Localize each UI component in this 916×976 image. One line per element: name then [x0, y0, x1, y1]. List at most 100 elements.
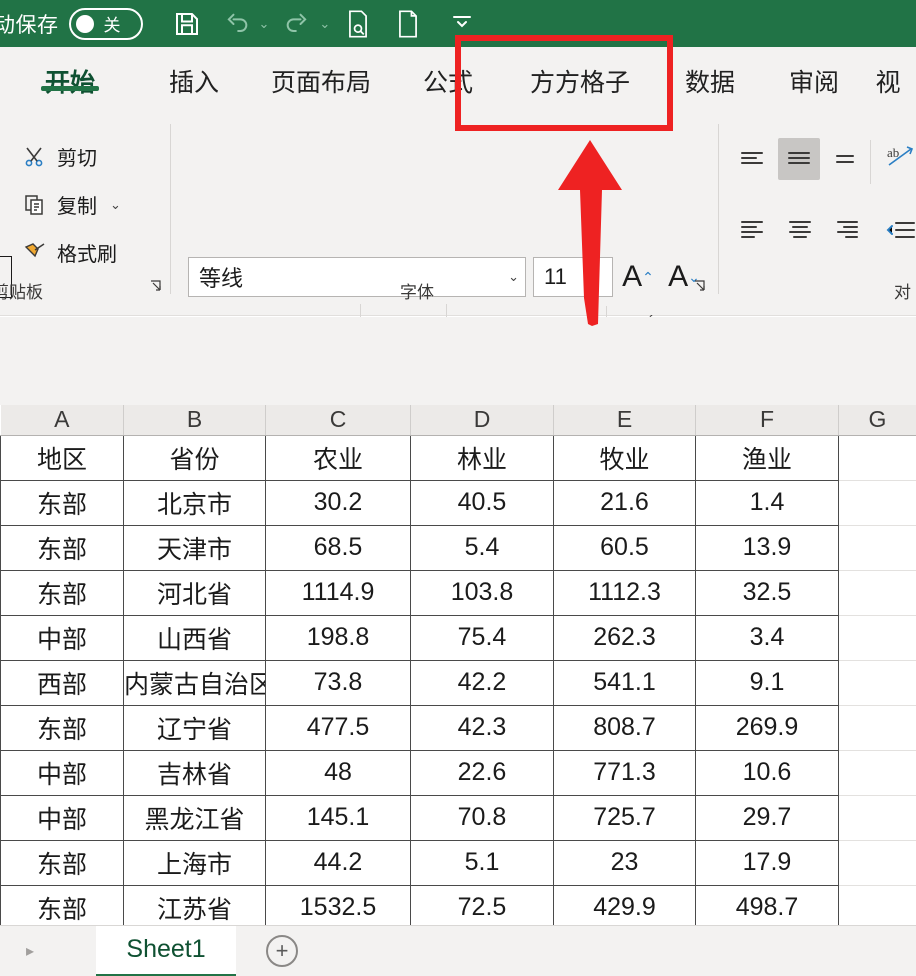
cell-a9[interactable]: 中部 [0, 794, 124, 841]
print-preview-icon[interactable] [336, 4, 380, 44]
cell-b7[interactable]: 辽宁省 [123, 704, 266, 751]
undo-dropdown-icon[interactable]: ⌄ [259, 16, 270, 32]
cell-d9[interactable]: 70.8 [410, 794, 554, 841]
cell-d7[interactable]: 42.3 [410, 704, 554, 751]
cell-d11[interactable]: 72.5 [410, 884, 554, 925]
cell-a6[interactable]: 西部 [0, 659, 124, 706]
column-header-e[interactable]: E [553, 405, 696, 436]
column-header-f[interactable]: F [695, 405, 839, 436]
copy-button[interactable]: 复制 ⌄ [22, 190, 121, 219]
cell-a11[interactable]: 东部 [0, 884, 124, 925]
autosave-toggle[interactable]: 关 [68, 7, 143, 40]
cell-a7[interactable]: 东部 [0, 704, 124, 751]
cell-a10[interactable]: 东部 [0, 839, 124, 886]
column-header-a[interactable]: A [0, 405, 124, 436]
redo-dropdown-icon[interactable]: ⌄ [319, 16, 330, 32]
tab-formulas[interactable]: 公式 [394, 47, 502, 99]
cell-e2[interactable]: 21.6 [553, 479, 696, 526]
cell-c2[interactable]: 30.2 [265, 479, 411, 526]
add-sheet-button[interactable]: + [266, 935, 299, 967]
sheet-nav-next-icon[interactable]: ▸ [26, 941, 34, 961]
new-file-icon[interactable] [386, 4, 430, 44]
cell-b5[interactable]: 山西省 [123, 614, 266, 661]
cell-c8[interactable]: 48 [265, 749, 411, 796]
cell-d1[interactable]: 林业 [410, 434, 554, 481]
cell-f8[interactable]: 10.6 [695, 749, 839, 796]
cell-a5[interactable]: 中部 [0, 614, 124, 661]
tab-insert[interactable]: 插入 [140, 47, 248, 99]
cell-f9[interactable]: 29.7 [695, 794, 839, 841]
cell-g1[interactable] [838, 435, 916, 481]
tab-review[interactable]: 审阅 [762, 47, 866, 99]
cell-a1[interactable]: 地区 [0, 434, 124, 481]
cell-c10[interactable]: 44.2 [265, 839, 411, 886]
cell-c3[interactable]: 68.5 [265, 524, 411, 571]
cell-g5[interactable] [838, 615, 916, 661]
font-name-input[interactable]: 等线 ⌄ [188, 257, 526, 297]
cell-e3[interactable]: 60.5 [553, 524, 696, 571]
align-center-icon[interactable] [782, 212, 818, 246]
cell-a8[interactable]: 中部 [0, 749, 124, 796]
tab-data[interactable]: 数据 [658, 47, 762, 99]
cell-f7[interactable]: 269.9 [695, 704, 839, 751]
font-name-dropdown-icon[interactable]: ⌄ [508, 269, 519, 285]
cell-d4[interactable]: 103.8 [410, 569, 554, 616]
cell-b4[interactable]: 河北省 [123, 569, 266, 616]
cell-c7[interactable]: 477.5 [265, 704, 411, 751]
cell-d6[interactable]: 42.2 [410, 659, 554, 706]
cell-g10[interactable] [838, 840, 916, 886]
cell-b11[interactable]: 江苏省 [123, 884, 266, 925]
cell-b8[interactable]: 吉林省 [123, 749, 266, 796]
cell-d10[interactable]: 5.1 [410, 839, 554, 886]
cell-e7[interactable]: 808.7 [553, 704, 696, 751]
format-painter-button[interactable]: 格式刷 [22, 238, 117, 267]
cell-a3[interactable]: 东部 [0, 524, 124, 571]
customize-qat-icon[interactable] [450, 11, 474, 36]
cell-b10[interactable]: 上海市 [123, 839, 266, 886]
cell-e1[interactable]: 牧业 [553, 434, 696, 481]
cell-d2[interactable]: 40.5 [410, 479, 554, 526]
cell-e5[interactable]: 262.3 [553, 614, 696, 661]
font-dialog-launcher-icon[interactable] [692, 278, 708, 294]
cell-g8[interactable] [838, 750, 916, 796]
cut-button[interactable]: 剪切 [22, 142, 97, 171]
cell-c4[interactable]: 1114.9 [265, 569, 411, 616]
cell-g6[interactable] [838, 660, 916, 706]
cell-a2[interactable]: 东部 [0, 479, 124, 526]
clipboard-dialog-launcher-icon[interactable] [148, 278, 164, 294]
copy-dropdown-icon[interactable]: ⌄ [110, 197, 121, 213]
cell-d3[interactable]: 5.4 [410, 524, 554, 571]
cell-f1[interactable]: 渔业 [695, 434, 839, 481]
cell-d8[interactable]: 22.6 [410, 749, 554, 796]
cell-b3[interactable]: 天津市 [123, 524, 266, 571]
spreadsheet-grid[interactable]: A B C D E F G 地区 省份 农业 林业 牧业 渔业 东部 北京市 3… [0, 405, 916, 925]
undo-icon[interactable] [215, 4, 259, 44]
save-icon[interactable] [165, 4, 209, 44]
cell-c1[interactable]: 农业 [265, 434, 411, 481]
cell-c9[interactable]: 145.1 [265, 794, 411, 841]
tab-page-layout[interactable]: 页面布局 [248, 47, 394, 99]
cell-e6[interactable]: 541.1 [553, 659, 696, 706]
align-middle-icon[interactable] [778, 138, 820, 180]
grow-font-icon[interactable]: A ⌃ [616, 256, 660, 298]
cell-e9[interactable]: 725.7 [553, 794, 696, 841]
redo-icon[interactable] [275, 4, 319, 44]
cell-f3[interactable]: 13.9 [695, 524, 839, 571]
cell-c6[interactable]: 73.8 [265, 659, 411, 706]
tab-fanggezi[interactable]: 方方格子 [502, 47, 658, 99]
sheet-tab-sheet1[interactable]: Sheet1 [96, 925, 237, 976]
align-top-icon[interactable] [734, 142, 770, 176]
cell-f4[interactable]: 32.5 [695, 569, 839, 616]
cell-f6[interactable]: 9.1 [695, 659, 839, 706]
align-right-icon[interactable] [830, 212, 866, 246]
column-header-b[interactable]: B [123, 405, 266, 436]
cell-c11[interactable]: 1532.5 [265, 884, 411, 925]
column-header-d[interactable]: D [410, 405, 554, 436]
cell-a4[interactable]: 东部 [0, 569, 124, 616]
align-left-icon[interactable] [734, 212, 770, 246]
cell-b9[interactable]: 黑龙江省 [123, 794, 266, 841]
cell-g9[interactable] [838, 795, 916, 841]
cell-c5[interactable]: 198.8 [265, 614, 411, 661]
cell-g3[interactable] [838, 525, 916, 571]
font-size-input[interactable]: 11 [533, 257, 613, 297]
